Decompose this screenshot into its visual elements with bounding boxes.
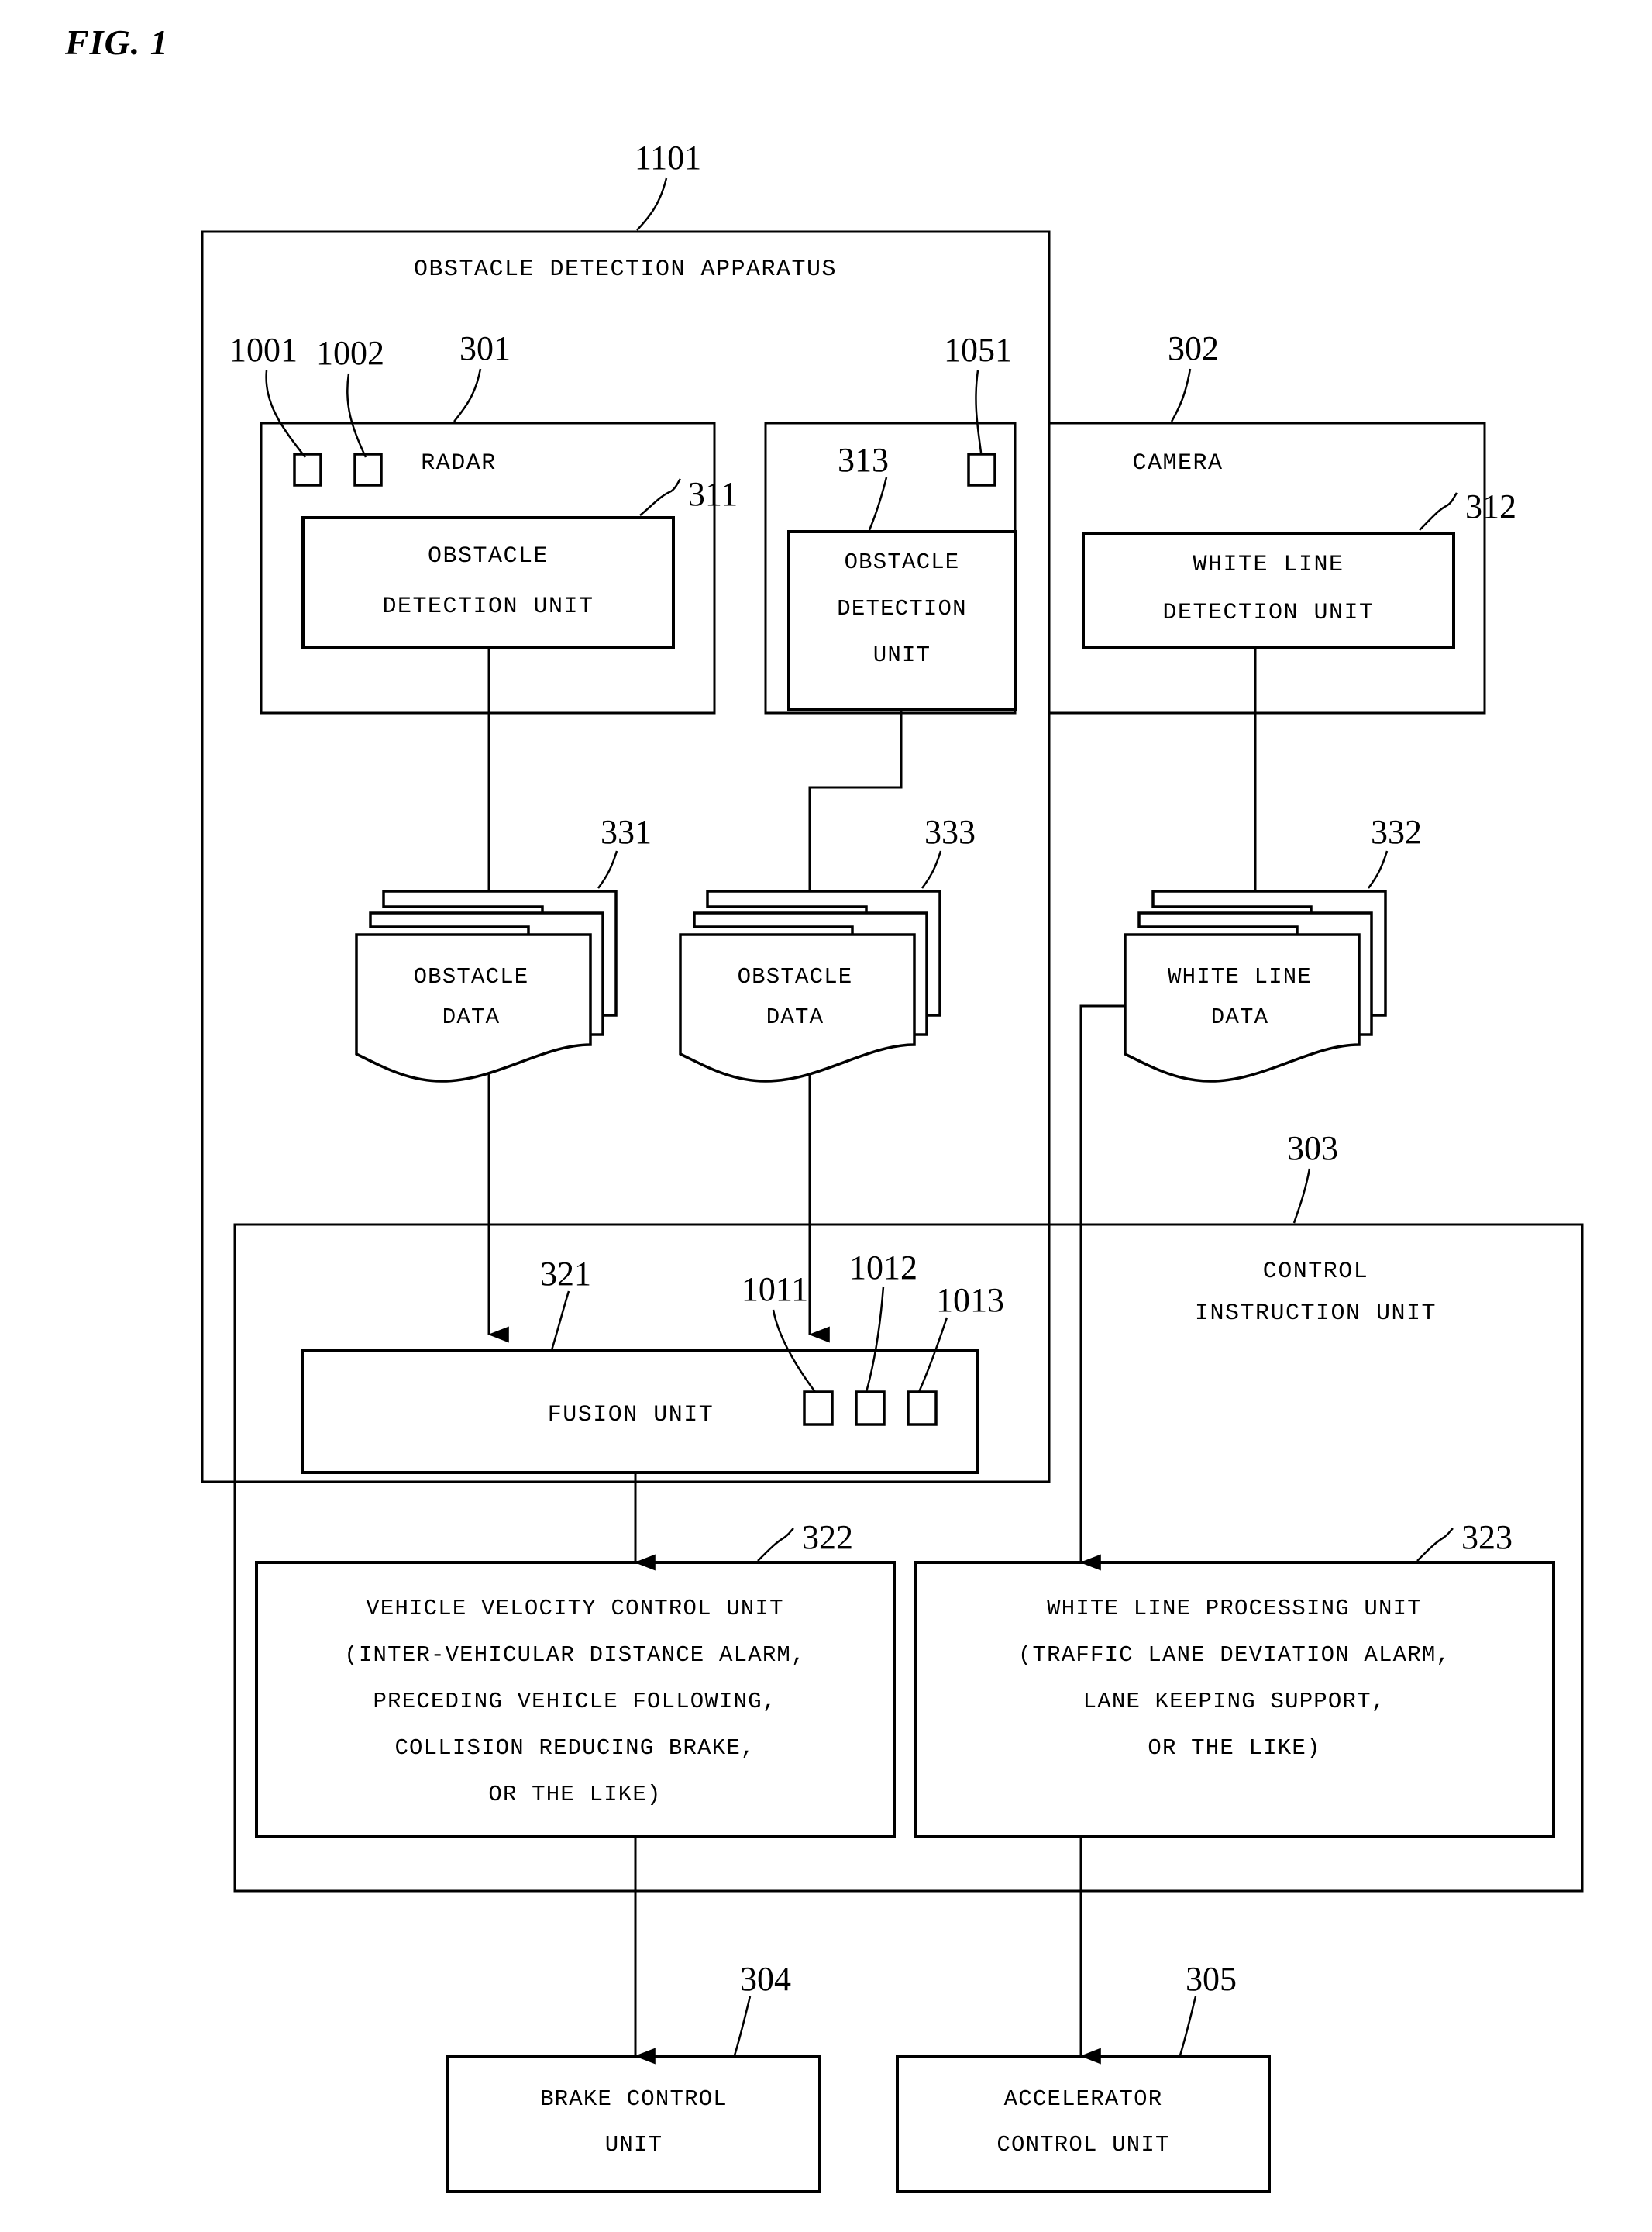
accelerator-control-unit-line1: ACCELERATOR — [1004, 2086, 1163, 2112]
ref-1001: 1001 — [229, 331, 298, 369]
accelerator-control-unit-box — [896, 2055, 1271, 2193]
diagram-canvas: OBSTACLE DETECTION APPARATUS 1101 RADAR … — [201, 139, 1584, 2193]
leader-332 — [1367, 850, 1389, 889]
leader-302 — [1170, 368, 1192, 422]
ref-312: 312 — [1465, 487, 1516, 525]
ref-304: 304 — [740, 1960, 791, 1998]
ref-1101: 1101 — [635, 139, 701, 177]
data-store-332-line2: DATA — [1211, 1004, 1268, 1030]
vehicle-velocity-control-unit-line-3: COLLISION REDUCING BRAKE, — [394, 1735, 755, 1761]
leader-305 — [1179, 1996, 1197, 2056]
ref-1013: 1013 — [936, 1281, 1004, 1319]
data-store-333-line1: OBSTACLE — [738, 964, 853, 990]
leader-1012 — [865, 1286, 885, 1393]
fusion-unit-label: FUSION UNIT — [548, 1402, 714, 1428]
middle-obstacle-detection-unit-line3: UNIT — [873, 642, 931, 668]
vehicle-velocity-control-unit-line-1: (INTER-VEHICULAR DISTANCE ALARM, — [344, 1642, 805, 1668]
data-store-332-line1: WHITE LINE — [1168, 964, 1312, 990]
leader-301 — [453, 368, 482, 422]
control-instruction-unit-line2: INSTRUCTION UNIT — [1195, 1300, 1437, 1327]
leader-1013 — [917, 1317, 948, 1393]
ref-1051: 1051 — [944, 331, 1012, 369]
data-store-333-line2: DATA — [766, 1004, 824, 1030]
leader-303 — [1292, 1168, 1311, 1224]
leader-323 — [1416, 1528, 1454, 1562]
camera-label: CAMERA — [1132, 450, 1223, 477]
ref-313: 313 — [838, 441, 889, 479]
port-1012[interactable] — [855, 1390, 886, 1426]
ref-305: 305 — [1186, 1960, 1237, 1998]
obstacle-detection-apparatus-box — [201, 230, 1051, 1483]
leader-1001 — [265, 370, 306, 458]
middle-obstacle-detection-unit-line1: OBSTACLE — [845, 549, 960, 575]
brake-control-unit-box — [446, 2055, 821, 2193]
ref-333: 333 — [924, 813, 976, 851]
ref-321: 321 — [540, 1255, 591, 1293]
data-store-332: WHITE LINE DATA — [1124, 890, 1387, 1083]
ref-331: 331 — [601, 813, 652, 851]
white-line-processing-unit-line-2: LANE KEEPING SUPPORT, — [1083, 1689, 1386, 1714]
ref-311: 311 — [688, 475, 738, 513]
radar-label: RADAR — [421, 450, 497, 477]
accelerator-control-unit-line2: CONTROL UNIT — [996, 2132, 1169, 2158]
connector-data332-to-white-line-processing — [1079, 1004, 1139, 1571]
white-line-detection-unit-box — [1082, 532, 1455, 649]
ref-301: 301 — [459, 329, 511, 367]
ref-1002: 1002 — [316, 334, 384, 372]
port-1011[interactable] — [803, 1390, 834, 1426]
radar-obstacle-detection-unit-box — [301, 516, 675, 649]
port-1051[interactable] — [967, 453, 996, 487]
obstacle-detection-apparatus-label: OBSTACLE DETECTION APPARATUS — [414, 257, 837, 283]
leader-331 — [597, 850, 618, 889]
middle-obstacle-detection-unit-line2: DETECTION — [837, 596, 966, 622]
ref-302: 302 — [1168, 329, 1219, 367]
ref-1012: 1012 — [849, 1249, 917, 1286]
vehicle-velocity-control-unit-line-0: VEHICLE VELOCITY CONTROL UNIT — [366, 1596, 783, 1621]
control-instruction-unit-line1: CONTROL — [1263, 1259, 1369, 1285]
data-store-331-line2: DATA — [442, 1004, 500, 1030]
leader-321 — [550, 1290, 570, 1351]
figure-1-diagram: FIG. 1 OBSTACLE DETECTION APPARATUS 1101… — [0, 0, 1652, 2232]
leader-1101 — [636, 177, 668, 231]
leader-304 — [733, 1996, 752, 2056]
white-line-processing-unit-line-3: OR THE LIKE) — [1148, 1735, 1320, 1761]
ref-1011: 1011 — [742, 1270, 808, 1308]
ref-332: 332 — [1371, 813, 1422, 851]
data-store-333: OBSTACLE DATA — [679, 890, 941, 1083]
white-line-detection-unit-line2: DETECTION UNIT — [1162, 600, 1374, 626]
leader-322 — [757, 1528, 794, 1562]
data-store-331-line1: OBSTACLE — [414, 964, 529, 990]
white-line-detection-unit-line1: WHITE LINE — [1193, 552, 1344, 578]
leader-1002 — [346, 373, 367, 458]
leader-333 — [921, 850, 942, 889]
ref-323: 323 — [1461, 1518, 1513, 1556]
vehicle-velocity-control-unit-line-2: PRECEDING VEHICLE FOLLOWING, — [373, 1689, 777, 1714]
port-1002[interactable] — [353, 453, 383, 487]
white-line-processing-unit-line-1: (TRAFFIC LANE DEVIATION ALARM, — [1018, 1642, 1451, 1668]
leader-312 — [1419, 492, 1458, 531]
radar-obstacle-detection-unit-line2: DETECTION UNIT — [382, 594, 594, 620]
connector-unit313-to-data333 — [808, 709, 903, 895]
radar-obstacle-detection-unit-line1: OBSTACLE — [428, 543, 549, 570]
ref-303: 303 — [1287, 1129, 1338, 1167]
port-1013[interactable] — [907, 1390, 938, 1426]
leader-1051 — [975, 370, 983, 453]
data-store-331: OBSTACLE DATA — [355, 890, 618, 1083]
leader-313 — [868, 477, 888, 531]
white-line-processing-unit-line-0: WHITE LINE PROCESSING UNIT — [1047, 1596, 1422, 1621]
brake-control-unit-line2: UNIT — [605, 2132, 663, 2158]
brake-control-unit-line1: BRAKE CONTROL — [540, 2086, 728, 2112]
ref-322: 322 — [802, 1518, 853, 1556]
leader-311 — [639, 478, 682, 516]
port-1001[interactable] — [293, 453, 322, 487]
vehicle-velocity-control-unit-line-4: OR THE LIKE) — [488, 1782, 661, 1807]
